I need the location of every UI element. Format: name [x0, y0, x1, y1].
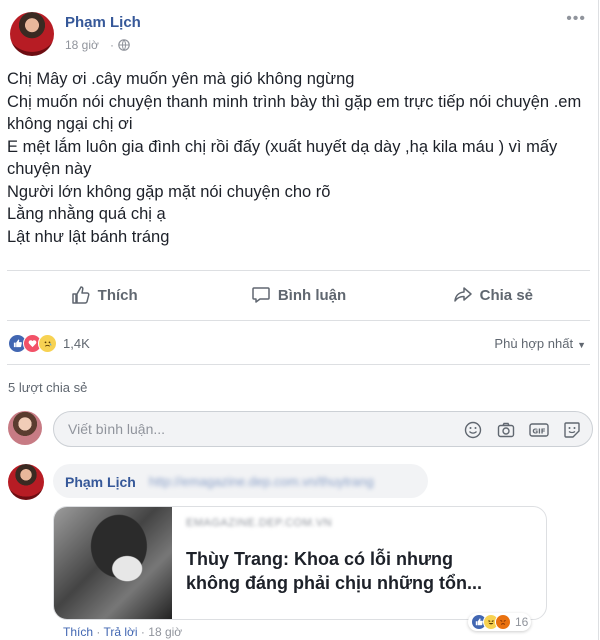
post-line: Người lớn không gặp mặt nói chuyện cho r…	[7, 182, 331, 201]
thumbs-up-icon	[71, 286, 90, 304]
composer-icons: GIF	[463, 420, 582, 440]
viewer-avatar[interactable]	[8, 411, 42, 445]
preview-thumbnail	[54, 507, 172, 619]
preview-title-line: không đáng phải chịu những tổn...	[186, 573, 482, 593]
sort-label: Phù hợp nhất	[494, 336, 574, 351]
commenter-avatar[interactable]	[8, 464, 44, 500]
comment-meta: Thích · Trả lời · 18 giờ	[63, 625, 182, 639]
comment-bubble: Phạm Lịch http://emagazine.dep.com.vn/th…	[53, 464, 428, 498]
post-author[interactable]: Phạm Lịch	[65, 14, 141, 31]
comment-author[interactable]: Phạm Lịch	[65, 474, 136, 490]
preview-title: Thùy Trang: Khoa có lỗi nhưng không đáng…	[186, 547, 526, 595]
globe-icon[interactable]	[118, 39, 130, 51]
comment-button[interactable]: Bình luận	[201, 275, 395, 315]
author-avatar[interactable]	[10, 12, 54, 56]
more-options-icon[interactable]: •••	[566, 10, 586, 28]
reaction-summary[interactable]: 1,4K	[8, 334, 90, 353]
comment-like-link[interactable]: Thích	[63, 625, 93, 639]
preview-domain: EMAGAZINE.DEP.COM.VN	[186, 517, 333, 529]
comment-reactions[interactable]: 16	[468, 613, 532, 631]
comment-label: Bình luận	[277, 286, 347, 304]
post-line: Lằng nhằng quá chị ạ	[7, 205, 166, 223]
post-card: Phạm Lịch 18 giờ · ••• Chị Mây ơi .cây m…	[0, 0, 599, 640]
comment-icon	[252, 287, 270, 303]
post-text: Chị Mây ơi .cây muốn yên mà gió không ng…	[7, 68, 592, 248]
emoji-icon[interactable]	[463, 420, 483, 440]
like-button[interactable]: Thích	[7, 275, 201, 315]
share-button[interactable]: Chia sẻ	[396, 275, 590, 315]
comment-reply-link[interactable]: Trả lời	[103, 625, 137, 639]
camera-icon[interactable]	[496, 420, 516, 440]
action-bar: Thích Bình luận Chia sẻ	[7, 275, 590, 315]
gif-icon[interactable]: GIF	[529, 420, 549, 440]
time-separator: ·	[110, 38, 114, 52]
comment-composer: GIF	[53, 411, 593, 447]
preview-title-line: Thùy Trang: Khoa có lỗi nhưng	[186, 549, 454, 569]
sticker-icon[interactable]	[562, 420, 582, 440]
share-icon	[453, 287, 472, 302]
caret-down-icon: ▼	[577, 340, 586, 350]
divider	[7, 270, 590, 271]
comment-sort-dropdown[interactable]: Phù hợp nhất ▼	[494, 336, 586, 351]
sad-reaction-icon	[38, 334, 57, 353]
share-count[interactable]: 5 lượt chia sẻ	[8, 380, 87, 395]
divider	[7, 320, 590, 321]
post-line: Lật như lật bánh tráng	[7, 227, 170, 246]
post-time[interactable]: 18 giờ	[65, 38, 99, 52]
angry-reaction-icon	[495, 614, 511, 630]
svg-text:GIF: GIF	[532, 428, 545, 436]
share-label: Chia sẻ	[479, 286, 533, 304]
comment-time[interactable]: 18 giờ	[148, 625, 182, 639]
post-line: chuyện này	[7, 160, 92, 178]
comment-input[interactable]	[66, 420, 450, 438]
comment-link[interactable]: http://emagazine.dep.com.vn/thuytrang	[149, 474, 374, 489]
divider	[7, 364, 590, 365]
post-line: Chị muốn nói chuyện thanh minh trình bày…	[7, 92, 582, 111]
post-line: không ngại chị ơi	[7, 115, 133, 133]
comment-reaction-count: 16	[515, 615, 529, 629]
link-preview-card[interactable]: EMAGAZINE.DEP.COM.VN Thùy Trang: Khoa có…	[53, 506, 547, 620]
post-line: E mệt lắm luôn gia đình chị rồi đấy (xuấ…	[7, 137, 558, 156]
like-label: Thích	[97, 286, 138, 304]
reaction-count[interactable]: 1,4K	[63, 336, 90, 351]
post-line: Chị Mây ơi .cây muốn yên mà gió không ng…	[7, 70, 355, 88]
